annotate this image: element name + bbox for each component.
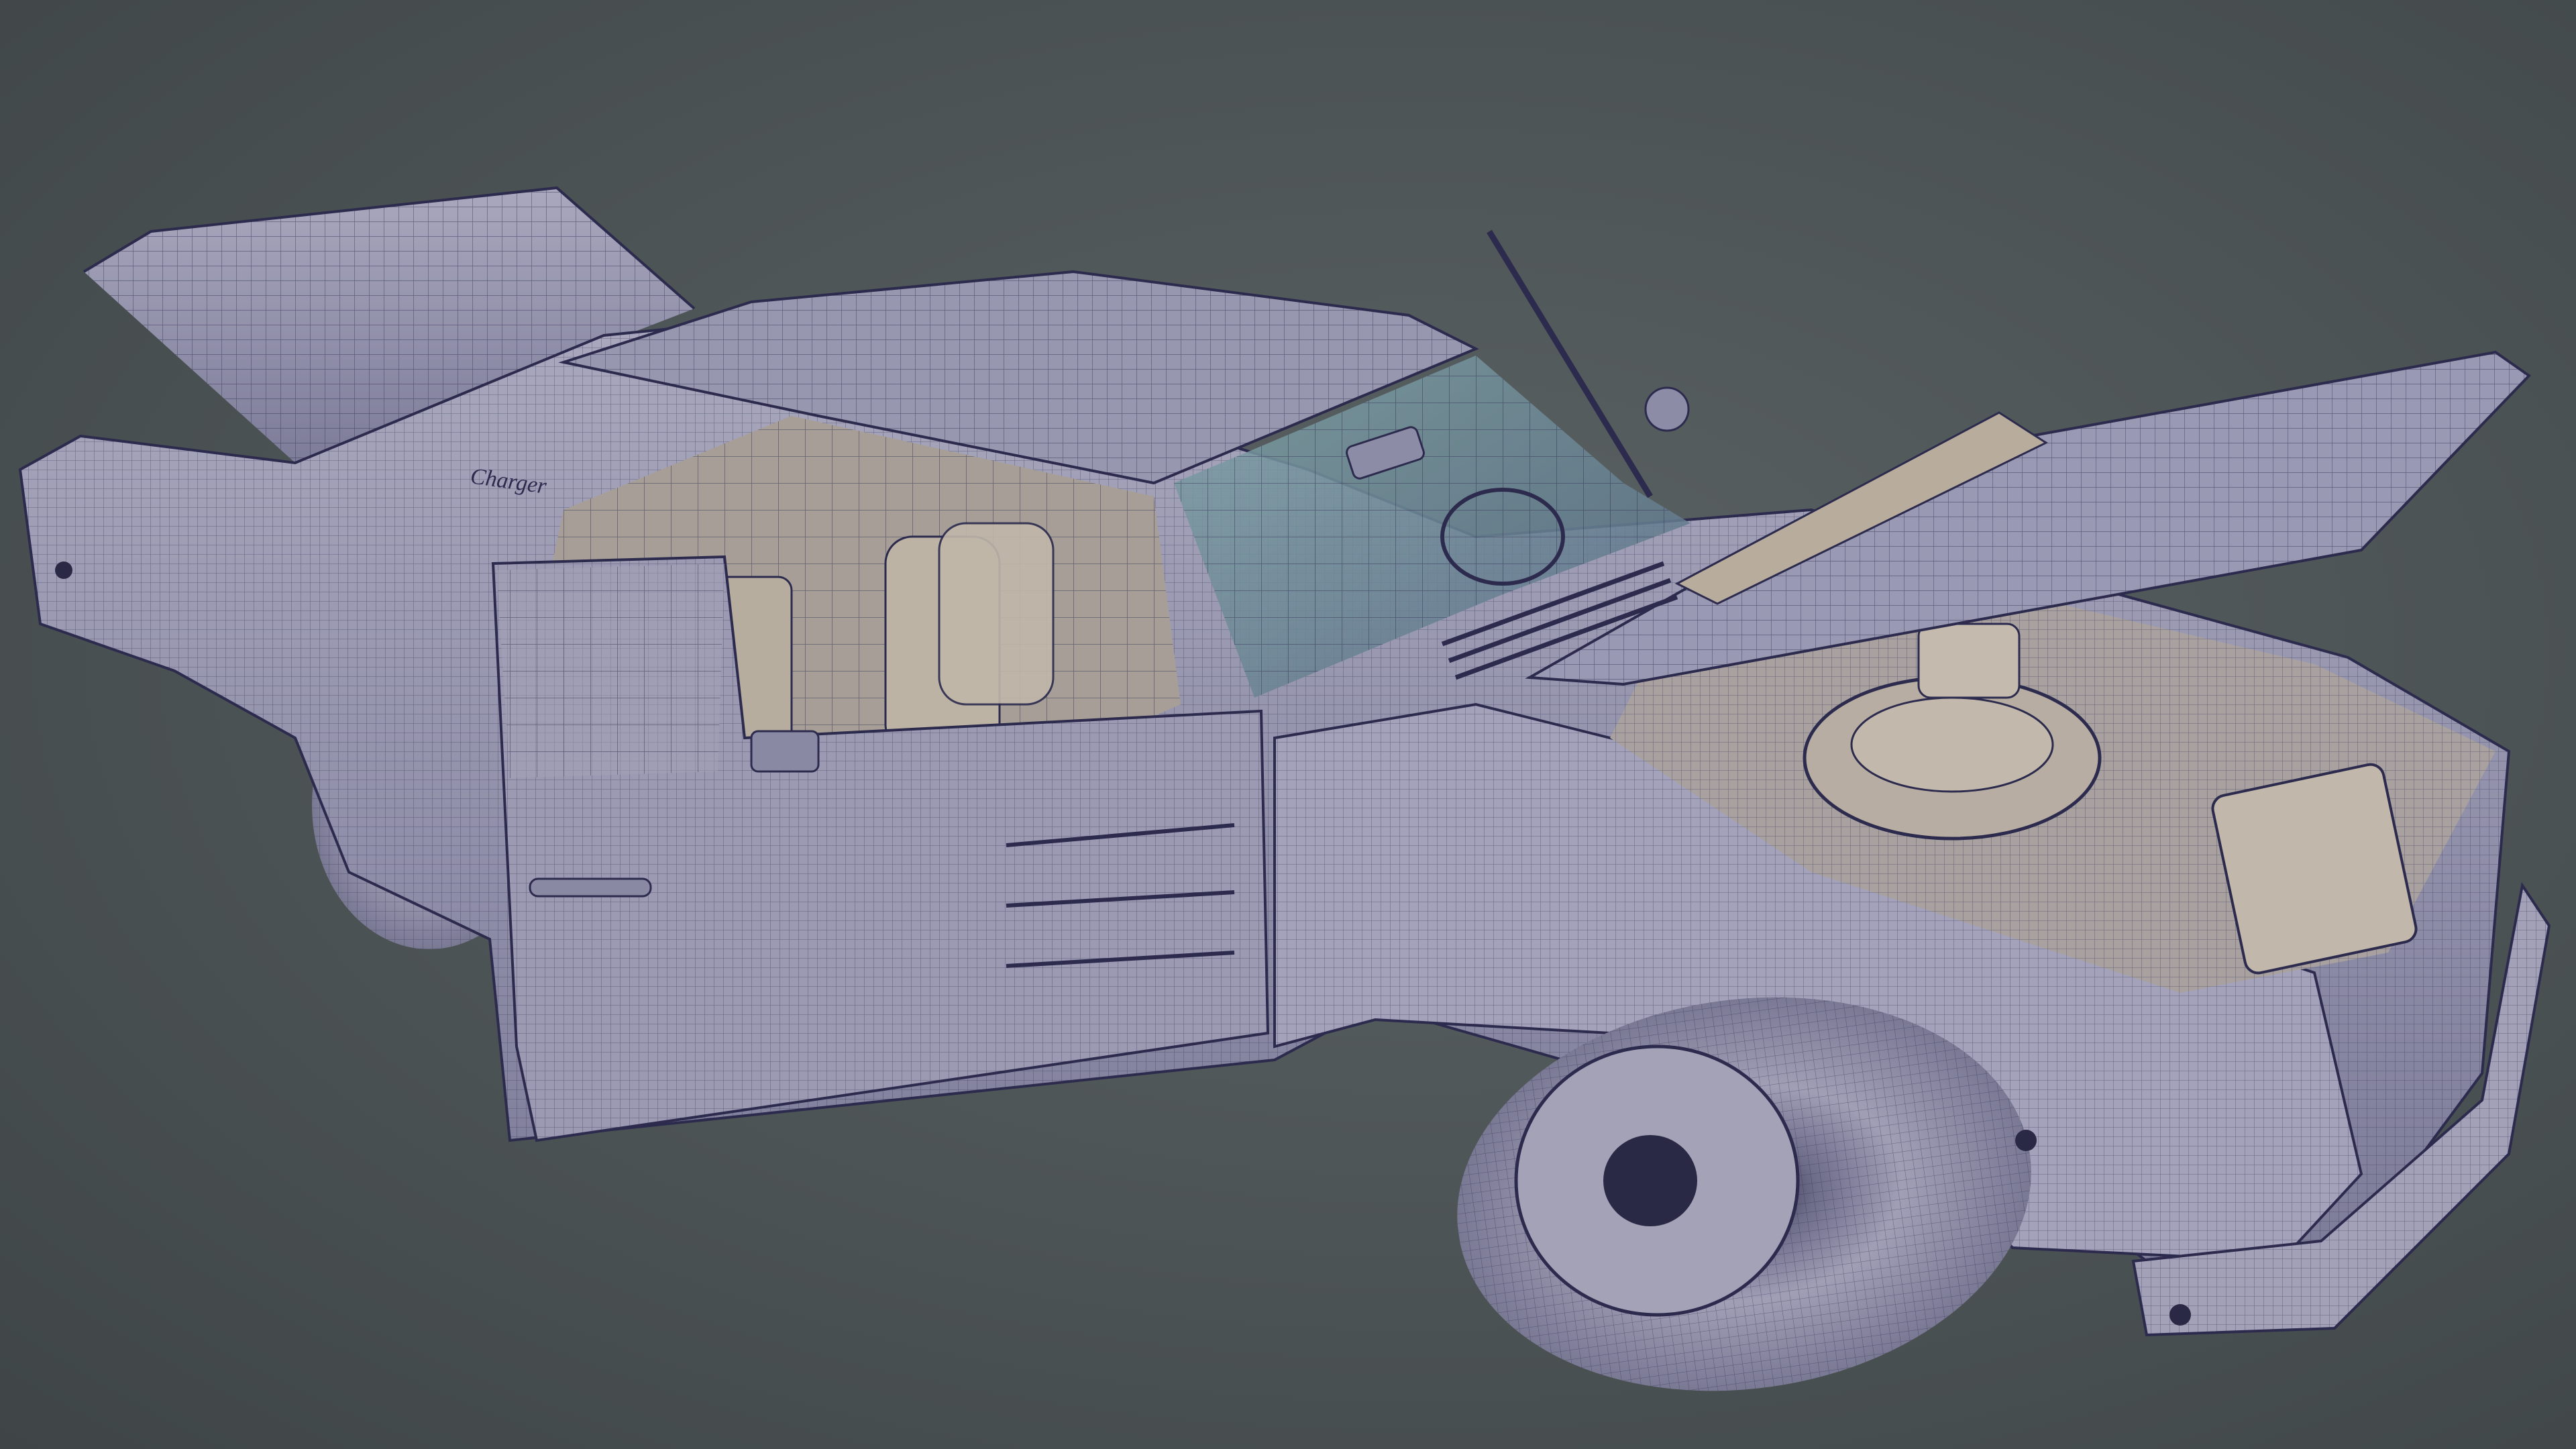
side-mirror (750, 730, 820, 773)
car-model-svg: Charger (18, 186, 2551, 1391)
reservoir (1917, 623, 2021, 699)
battery (2211, 763, 2418, 975)
side-marker-front (2015, 1130, 2037, 1151)
bumper-light (2169, 1304, 2191, 1326)
mirror-round (1644, 386, 1690, 432)
door-handle (529, 877, 652, 898)
side-marker-rear (55, 561, 72, 579)
render-viewport: Charger (0, 0, 2576, 1449)
